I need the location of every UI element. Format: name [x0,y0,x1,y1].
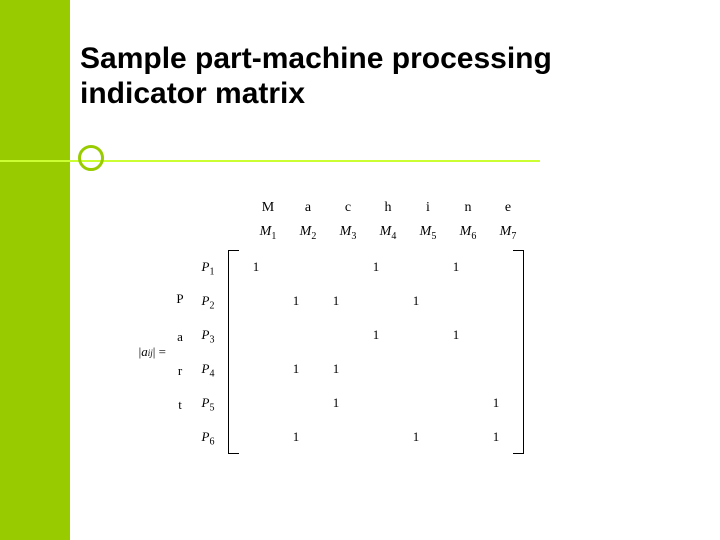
cell [436,420,476,454]
word-cell: M [248,200,288,216]
word-cell: a [288,200,328,216]
cell [316,318,356,352]
cell [356,284,396,318]
cell: 1 [276,284,316,318]
cell [476,284,516,318]
row-label: P2 [188,284,228,318]
cell [436,352,476,386]
cell [236,420,276,454]
cell [396,386,436,420]
word-cell: i [408,200,448,216]
cell [396,250,436,284]
machine-headers: M1 M2 M3 M4 M5 M6 M7 [188,224,620,242]
cell [316,420,356,454]
word-cell [188,200,248,216]
cell [276,318,316,352]
cell [236,318,276,352]
left-accent-band [0,0,70,540]
col-header: M2 [288,224,328,242]
cell [356,352,396,386]
cell: 1 [436,318,476,352]
cell [356,386,396,420]
cell: 1 [356,250,396,284]
matrix-body: |aij| = P a r t P1 P2 P3 P4 P5 P6 1 1 1 [100,250,620,454]
cell: 1 [476,386,516,420]
vword-letter: a [172,320,188,354]
cell [396,318,436,352]
cell [476,250,516,284]
matrix-lhs: |aij| = [100,344,172,360]
row-label: P6 [188,420,228,454]
col-header: M1 [248,224,288,242]
cell [476,352,516,386]
row-labels: P1 P2 P3 P4 P5 P6 [188,250,228,454]
word-cell: e [488,200,528,216]
cell: 1 [316,386,356,420]
vword-letter: t [172,388,188,422]
cell [476,318,516,352]
word-cell: n [448,200,488,216]
col-header: M6 [448,224,488,242]
cell [436,284,476,318]
top-word-machine: M a c h i n e [188,200,620,216]
vword-letter: P [172,282,188,316]
cell [276,250,316,284]
cell: 1 [396,420,436,454]
cell [316,250,356,284]
row-label: P5 [188,386,228,420]
matrix-right-bracket [516,250,524,454]
cell: 1 [276,420,316,454]
cell [396,352,436,386]
row-label: P4 [188,352,228,386]
word-cell: c [328,200,368,216]
cell: 1 [476,420,516,454]
title-block: Sample part-machine processing indicator… [80,42,640,111]
col-header: M4 [368,224,408,242]
cell: 1 [236,250,276,284]
bullet-circle-icon [78,145,104,171]
cell: 1 [356,318,396,352]
matrix-left-bracket [228,250,236,454]
cell [236,386,276,420]
cell [436,386,476,420]
matrix-figure: M a c h i n e M1 M2 M3 M4 M5 M6 M7 |aij|… [100,200,620,454]
col-header: M7 [488,224,528,242]
side-word-part: P a r t [172,282,188,422]
cell: 1 [316,284,356,318]
col-header: M5 [408,224,448,242]
cell [276,386,316,420]
row-label: P3 [188,318,228,352]
cell [236,284,276,318]
cell: 1 [396,284,436,318]
col-header: M3 [328,224,368,242]
matrix-grid: 1 1 1 1 1 1 1 1 1 1 [236,250,516,454]
slide-title: Sample part-machine processing indicator… [80,42,640,111]
cell: 1 [276,352,316,386]
row-label: P1 [188,250,228,284]
word-cell: h [368,200,408,216]
vword-letter: r [172,354,188,388]
cell [356,420,396,454]
cell [236,352,276,386]
cell: 1 [436,250,476,284]
cell: 1 [316,352,356,386]
